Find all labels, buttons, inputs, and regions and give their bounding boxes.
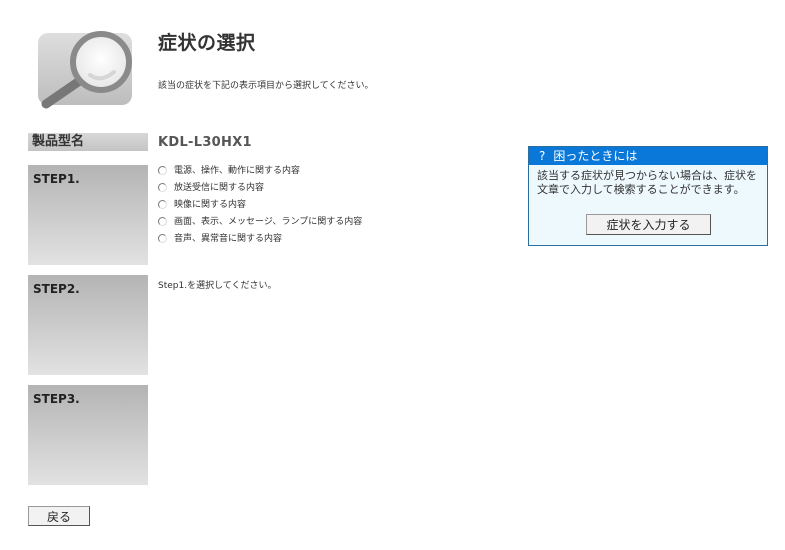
symptom-option-label: 電源、操作、動作に関する内容 — [174, 166, 301, 176]
symptom-option-label: 画面、表示、メッセージ、ランプに関する内容 — [174, 217, 363, 227]
page-title: 症状の選択 — [158, 32, 256, 54]
radio-button[interactable] — [158, 183, 167, 192]
enter-symptom-button[interactable]: 症状を入力する — [586, 214, 711, 235]
radio-button[interactable] — [158, 166, 167, 175]
help-panel-text: 該当する症状が見つからない場合は、症状を文章で入力して検索することができます。 — [537, 169, 757, 196]
step1-label: STEP1. — [28, 165, 148, 265]
step3-label: STEP3. — [28, 385, 148, 485]
symptom-option-label: 音声、異常音に関する内容 — [174, 234, 283, 244]
symptom-option-audio[interactable]: 音声、異常音に関する内容 — [158, 234, 362, 251]
back-button[interactable]: 戻る — [28, 506, 90, 526]
symptom-option-label: 放送受信に関する内容 — [174, 183, 265, 193]
help-panel-header: ? 困ったときには — [529, 147, 767, 165]
page-description: 該当の症状を下記の表示項目から選択してください。 — [158, 81, 374, 91]
symptom-category-list: 電源、操作、動作に関する内容 放送受信に関する内容 映像に関する内容 画面、表示… — [158, 166, 362, 251]
step2-label: STEP2. — [28, 275, 148, 375]
symptom-option-label: 映像に関する内容 — [174, 200, 247, 210]
step2-message: Step1.を選択してください。 — [158, 281, 277, 291]
product-model-label: 製品型名 — [28, 133, 148, 151]
question-icon: ? — [539, 149, 546, 163]
magnifier-icon — [38, 28, 134, 110]
radio-button[interactable] — [158, 200, 167, 209]
radio-button[interactable] — [158, 217, 167, 226]
help-panel: ? 困ったときには 該当する症状が見つからない場合は、症状を文章で入力して検索する… — [528, 146, 768, 246]
radio-button[interactable] — [158, 234, 167, 243]
help-panel-title: 困ったときには — [553, 149, 638, 163]
product-model-value: KDL-L30HX1 — [158, 135, 252, 150]
